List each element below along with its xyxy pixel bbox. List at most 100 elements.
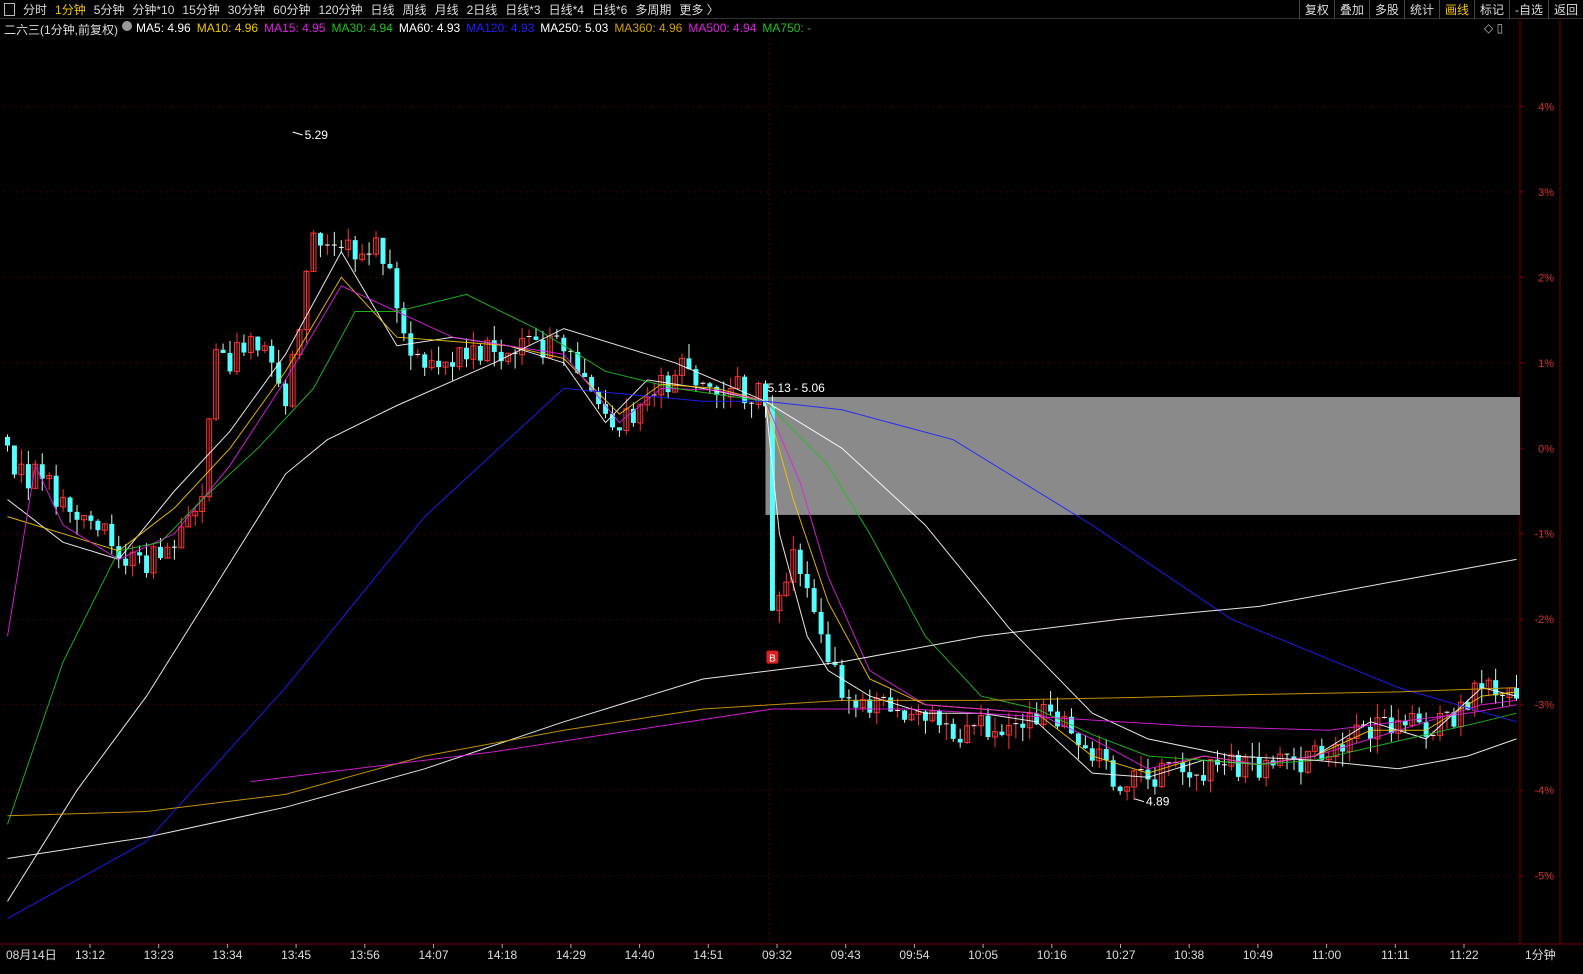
candle-down: [616, 427, 622, 431]
candle-down: [853, 699, 859, 708]
candle-down: [74, 511, 80, 520]
candle-down: [11, 445, 17, 475]
candle-down: [797, 549, 803, 575]
candle-down: [769, 406, 775, 611]
y-tick-label: 4%: [1538, 101, 1554, 113]
candle-down: [477, 345, 483, 361]
candle-down: [902, 710, 908, 720]
x-tick-label: 10:16: [1037, 948, 1067, 962]
candle-down: [436, 360, 442, 368]
zone-price-label: 5.13 - 5.06: [767, 381, 825, 395]
candle-down: [317, 233, 323, 246]
candle-down: [950, 723, 956, 739]
candle-down: [1187, 772, 1193, 778]
x-tick-label: 10:38: [1174, 948, 1204, 962]
x-tick-label: 14:51: [693, 948, 723, 962]
x-tick-label: 13:45: [281, 948, 311, 962]
candle-down: [352, 240, 358, 260]
x-tick-label: 11:00: [1312, 948, 1341, 962]
candle-down: [957, 738, 963, 743]
candle-down: [825, 634, 831, 662]
candle-down: [380, 237, 386, 264]
x-tick-label: 11:11: [1381, 948, 1410, 962]
y-tick-label: -2%: [1534, 614, 1554, 626]
x-tick-label: 14:18: [487, 948, 517, 962]
x-tick-label: 13:56: [350, 948, 380, 962]
x-tick-label: 11:22: [1449, 948, 1478, 962]
candle-down: [1388, 717, 1394, 734]
candle-down: [839, 665, 845, 698]
candle-down: [533, 336, 539, 340]
candle-down: [804, 574, 810, 589]
x-tick-label: 09:32: [762, 948, 792, 962]
candle-down: [401, 308, 407, 334]
candle-down: [1368, 726, 1373, 739]
y-tick-label: -5%: [1534, 871, 1554, 883]
y-tick-label: 3%: [1538, 187, 1554, 199]
high-price-label: 5.29: [305, 128, 329, 142]
candle-down: [1215, 759, 1220, 765]
candle-down: [742, 376, 748, 404]
x-tick-label: 13:34: [212, 948, 242, 962]
x-tick-label: 09:54: [899, 948, 929, 962]
y-tick-label: 1%: [1538, 358, 1554, 370]
candle-down: [1117, 786, 1123, 792]
candle-down: [1048, 704, 1054, 712]
candle-down: [422, 354, 428, 368]
candle-down: [283, 383, 289, 407]
y-tick-label: -4%: [1534, 785, 1554, 797]
candle-down: [95, 520, 101, 531]
candle-down: [1020, 723, 1026, 728]
candle-down: [394, 268, 400, 309]
ma-line-ma10: [7, 276, 1517, 774]
candle-down: [5, 436, 10, 446]
candle-down: [1103, 749, 1109, 761]
ma-line-ma250: [7, 558, 1517, 859]
x-tick-label: 10:05: [968, 948, 998, 962]
candle-down: [109, 523, 115, 547]
y-tick-label: 2%: [1538, 272, 1554, 284]
candle-down: [1235, 754, 1241, 777]
y-tick-label: -3%: [1534, 700, 1554, 712]
y-tick-label: -1%: [1534, 529, 1554, 541]
candle-down: [491, 340, 497, 352]
x-tick-label: 14:07: [418, 948, 448, 962]
buy-marker-label: B: [769, 654, 776, 665]
candle-down: [157, 546, 163, 559]
candle-down: [387, 263, 393, 269]
extreme-pointer: [1133, 798, 1145, 803]
extreme-pointer: [292, 131, 303, 136]
candle-down: [255, 336, 261, 351]
candle-down: [707, 383, 713, 387]
x-tick-label: 14:29: [556, 948, 586, 962]
candle-down: [88, 515, 94, 521]
price-zone-box: [765, 396, 1520, 515]
candle-down: [53, 475, 59, 507]
x-tick-label: 10:27: [1105, 948, 1135, 962]
x-tick-label: 10:49: [1243, 948, 1273, 962]
ma-line-ma15: [7, 285, 1517, 770]
candle-down: [1082, 745, 1088, 749]
candle-down: [227, 352, 233, 372]
candle-down: [1201, 775, 1207, 781]
candle-down: [67, 497, 73, 512]
x-tick-label: 13:23: [144, 948, 174, 962]
ma-line-ma500: [250, 704, 1517, 783]
candle-down: [269, 345, 275, 363]
candle-down: [123, 558, 129, 566]
ma-line-ma360: [7, 687, 1517, 817]
candle-down: [985, 715, 991, 737]
candle-down: [1416, 713, 1422, 723]
period-indicator: 1分钟: [1525, 948, 1556, 962]
candle-down: [582, 372, 588, 378]
low-price-label: 4.89: [1146, 795, 1170, 809]
candle-down: [1514, 688, 1519, 699]
candle-down: [999, 731, 1005, 735]
x-tick-label: 14:40: [625, 948, 655, 962]
candle-down: [540, 339, 546, 358]
candle-down: [818, 611, 824, 635]
candle-down: [241, 342, 247, 353]
candle-down: [1110, 760, 1116, 787]
candle-down: [1145, 769, 1151, 780]
candle-down: [811, 588, 817, 612]
